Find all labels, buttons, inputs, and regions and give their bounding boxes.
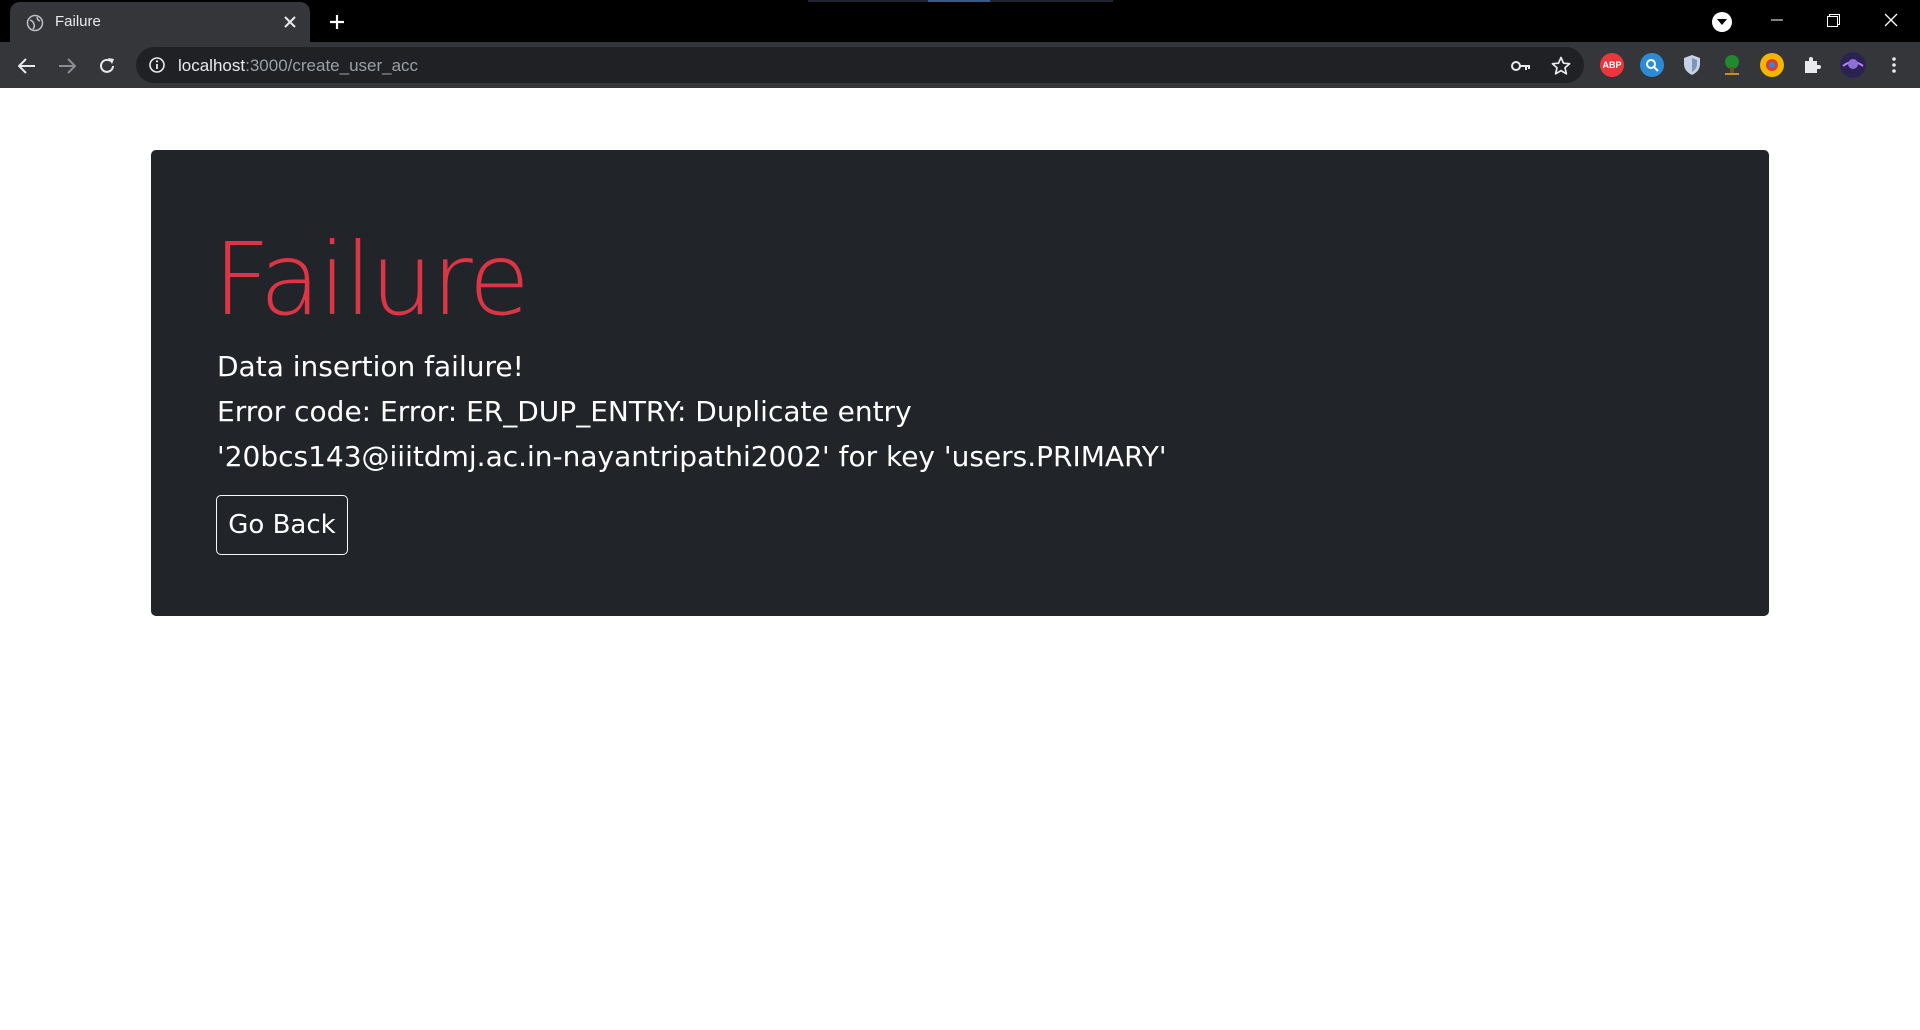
star-icon[interactable]	[1550, 55, 1572, 77]
browser-toolbar: localhost:3000/create_user_acc ABP	[0, 42, 1920, 88]
tab-search-icon[interactable]	[1712, 12, 1732, 32]
forward-arrow-icon[interactable]	[53, 52, 81, 80]
avatar[interactable]	[1840, 52, 1866, 78]
globe-icon	[26, 14, 44, 32]
go-back-button[interactable]: Go Back	[216, 495, 348, 555]
browser-tab[interactable]: Failure	[10, 2, 310, 42]
address-bar[interactable]: localhost:3000/create_user_acc	[136, 47, 1584, 83]
search-extension-icon[interactable]	[1640, 53, 1664, 77]
reload-icon[interactable]	[93, 52, 121, 80]
url-text[interactable]: localhost:3000/create_user_acc	[178, 56, 418, 76]
page-title: Failure	[213, 221, 530, 338]
kebab-menu-icon[interactable]	[1882, 53, 1906, 77]
browser-tab-strip: Failure	[0, 0, 1920, 42]
error-message: Data insertion failure!	[217, 350, 524, 383]
key-icon[interactable]	[1510, 55, 1532, 77]
url-host: localhost	[178, 56, 246, 75]
shield-icon[interactable]	[1680, 53, 1704, 77]
page-content: Failure Data insertion failure! Error co…	[0, 88, 1920, 1030]
abp-icon[interactable]: ABP	[1600, 53, 1624, 77]
close-icon[interactable]	[280, 12, 300, 32]
error-code: Error code: Error: ER_DUP_ENTRY: Duplica…	[217, 395, 1167, 473]
info-icon[interactable]	[148, 56, 166, 74]
chrome-style-icon[interactable]	[1760, 53, 1784, 77]
error-panel: Failure Data insertion failure! Error co…	[151, 150, 1769, 616]
back-arrow-icon[interactable]	[13, 52, 41, 80]
drag-region-accent	[928, 0, 990, 2]
url-path: :3000/create_user_acc	[245, 56, 419, 75]
plus-icon[interactable]	[325, 10, 349, 34]
tree-icon[interactable]	[1720, 53, 1744, 77]
abp-label: ABP	[1602, 60, 1622, 70]
puzzle-icon[interactable]	[1800, 53, 1824, 77]
tab-title: Failure	[55, 13, 101, 30]
minimize-icon[interactable]	[1754, 6, 1800, 34]
window-close-icon[interactable]	[1868, 6, 1914, 34]
restore-icon[interactable]	[1810, 6, 1856, 34]
